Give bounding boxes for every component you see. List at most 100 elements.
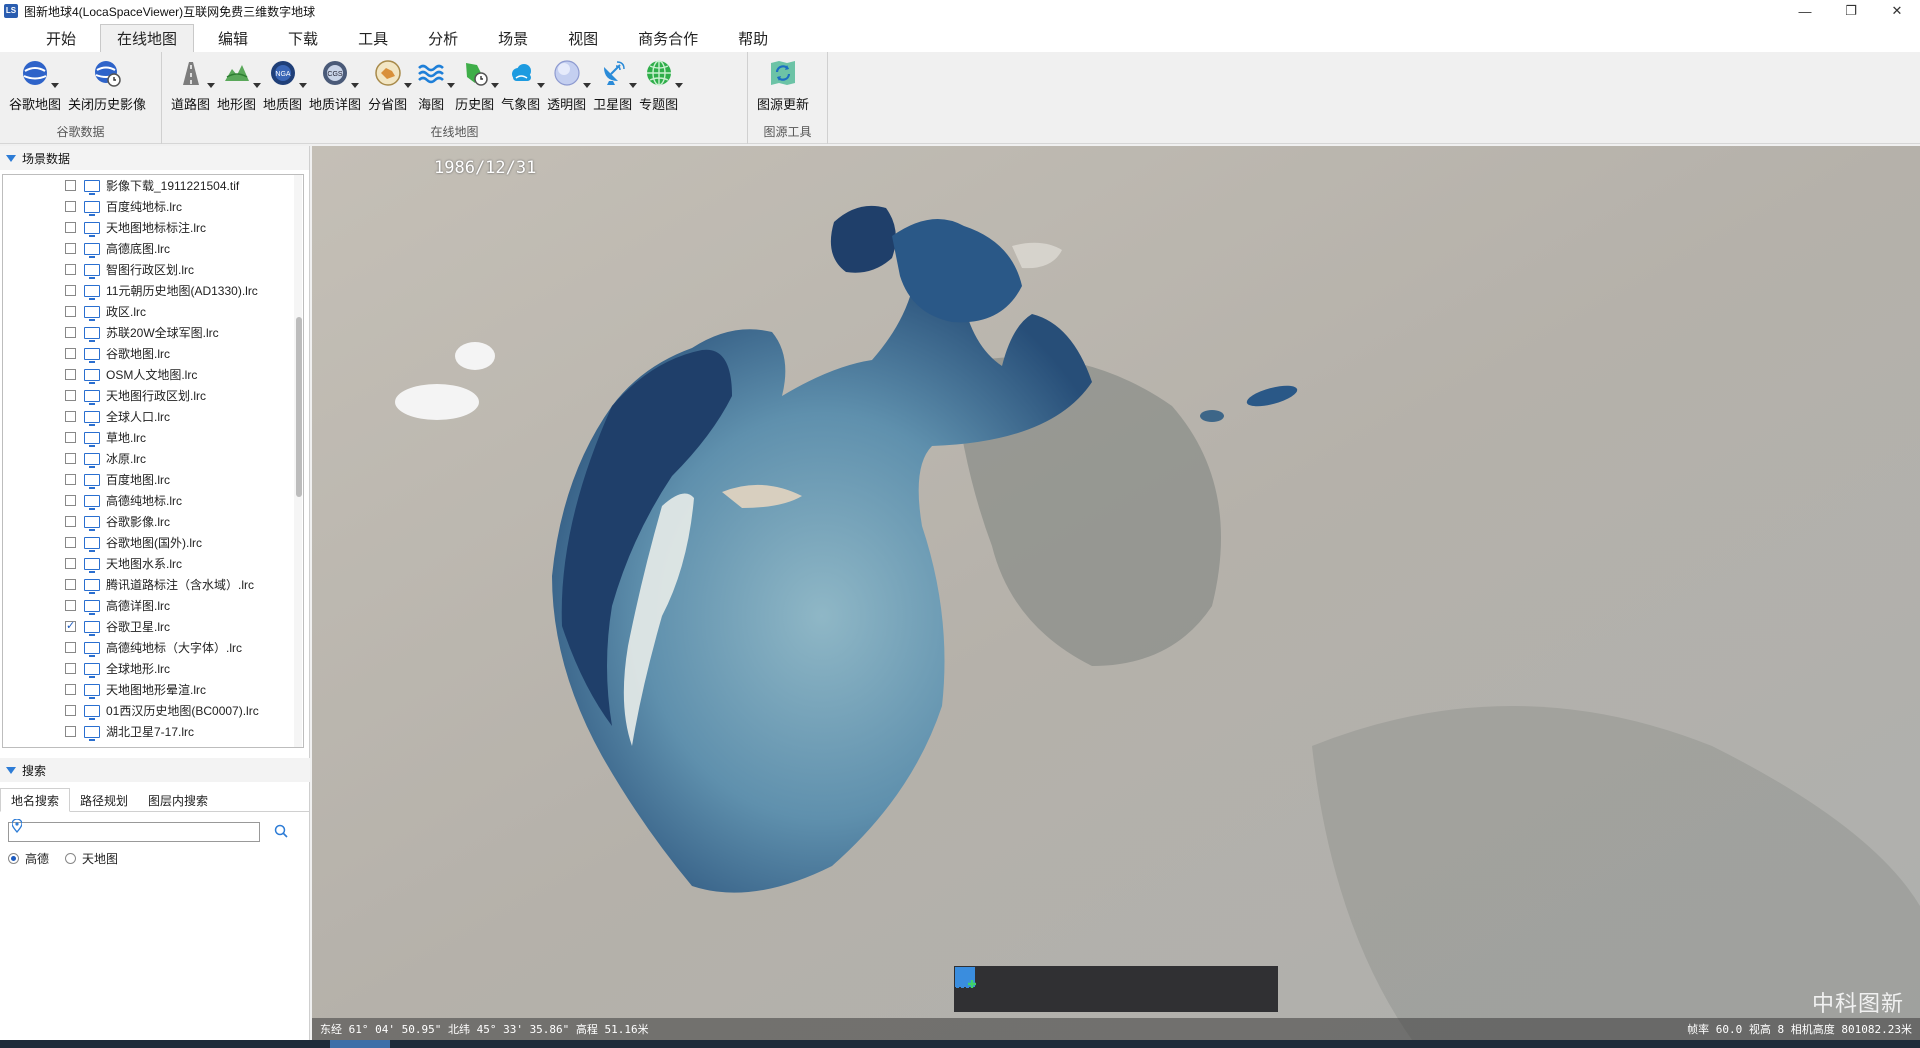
layer-row[interactable]: 腾讯道路标注（含水域）.lrc: [3, 574, 303, 595]
layer-checkbox[interactable]: [65, 432, 76, 443]
layer-row[interactable]: 01西汉历史地图(BC0007).lrc: [3, 700, 303, 721]
close-button[interactable]: ✕: [1874, 0, 1920, 22]
layer-checkbox[interactable]: [65, 243, 76, 254]
layer-row[interactable]: 谷歌影像.lrc: [3, 511, 303, 532]
layer-row[interactable]: 谷歌地图(国外).lrc: [3, 532, 303, 553]
tab-tools[interactable]: 工具: [342, 24, 404, 52]
layer-checkbox[interactable]: [65, 264, 76, 275]
map-view[interactable]: 1986/12/31 中科图新 东经 61° 04' 50.95" 北纬 45°…: [312, 146, 1920, 1040]
layer-checkbox[interactable]: [65, 306, 76, 317]
layer-checkbox[interactable]: [65, 558, 76, 569]
layer-row[interactable]: 高德详图.lrc: [3, 595, 303, 616]
draw-line-icon[interactable]: [955, 967, 1155, 1003]
monitor-layer-icon: [84, 221, 100, 237]
layer-checkbox[interactable]: [65, 369, 76, 380]
tab-start[interactable]: 开始: [30, 24, 92, 52]
minimize-button[interactable]: —: [1782, 0, 1828, 22]
history-globe-icon: [90, 56, 124, 90]
layer-checkbox[interactable]: [65, 684, 76, 695]
tab-business[interactable]: 商务合作: [622, 24, 714, 52]
layer-row[interactable]: 高德底图.lrc: [3, 238, 303, 259]
tab-download[interactable]: 下载: [272, 24, 334, 52]
layer-row[interactable]: 11元朝历史地图(AD1330).lrc: [3, 280, 303, 301]
layer-name: 天地图水系.lrc: [106, 557, 182, 571]
tab-edit[interactable]: 编辑: [202, 24, 264, 52]
layer-checkbox[interactable]: [65, 642, 76, 653]
monitor-layer-icon: [84, 284, 100, 300]
location-pin-icon: [11, 818, 23, 836]
select-pointer-icon[interactable]: [957, 968, 1056, 1003]
layer-checkbox[interactable]: [65, 663, 76, 674]
pan-hand-icon[interactable]: [956, 967, 1007, 1003]
tab-scene[interactable]: 场景: [482, 24, 544, 52]
scene-data-header[interactable]: 场景数据: [0, 146, 309, 170]
layer-name: 影像下载_1911221504.tif: [106, 179, 240, 193]
tab-layer-search[interactable]: 图层内搜索: [138, 788, 218, 812]
layer-checkbox[interactable]: [65, 390, 76, 401]
layer-row[interactable]: 天地图地形晕渲.lrc: [3, 679, 303, 700]
layer-row[interactable]: 百度纯地标.lrc: [3, 196, 303, 217]
layer-row[interactable]: 湖北卫星7-17.lrc: [3, 721, 303, 742]
layer-row[interactable]: 谷歌卫星.lrc: [3, 616, 303, 637]
layer-row[interactable]: 苏联20W全球军图.lrc: [3, 322, 303, 343]
layer-checkbox[interactable]: [65, 495, 76, 506]
radio-tianditu[interactable]: [65, 853, 77, 864]
layer-row[interactable]: 百度地图.lrc: [3, 469, 303, 490]
layer-checkbox[interactable]: [65, 348, 76, 359]
tab-route-planning[interactable]: 路径规划: [70, 788, 138, 812]
layer-row[interactable]: 天地图水系.lrc: [3, 553, 303, 574]
ribbon-group-source-tools: 图源更新 图源工具: [748, 52, 828, 144]
tab-online-map[interactable]: 在线地图: [100, 24, 195, 52]
add-model-icon[interactable]: [956, 968, 1253, 1003]
layer-name: 全球地形.lrc: [106, 662, 170, 676]
tab-analysis[interactable]: 分析: [412, 24, 474, 52]
layer-row[interactable]: 影像下载_1911221504.tif: [3, 175, 303, 196]
radio-gaode[interactable]: [8, 853, 19, 864]
place-marker-icon[interactable]: [956, 967, 1105, 1003]
tab-view[interactable]: 视图: [552, 24, 614, 52]
place-search-input[interactable]: [8, 822, 260, 842]
layer-row[interactable]: 全球地形.lrc: [3, 658, 303, 679]
layer-checkbox[interactable]: [65, 516, 76, 527]
layer-row[interactable]: 全球人口.lrc: [3, 406, 303, 427]
layer-name: 谷歌卫星.lrc: [106, 620, 170, 634]
layer-row[interactable]: OSM人文地图.lrc: [3, 364, 303, 385]
tree-scrollbar[interactable]: [294, 175, 302, 747]
layer-row[interactable]: 高德纯地标.lrc: [3, 490, 303, 511]
layer-checkbox[interactable]: [65, 453, 76, 464]
search-icon[interactable]: [274, 824, 288, 841]
layer-checkbox[interactable]: [65, 726, 76, 737]
layer-checkbox[interactable]: [65, 705, 76, 716]
layer-row[interactable]: 智图行政区划.lrc: [3, 259, 303, 280]
layer-checkbox[interactable]: [65, 579, 76, 590]
search-header[interactable]: 搜索: [0, 758, 310, 782]
layer-checkbox[interactable]: [65, 180, 76, 191]
layer-row[interactable]: 天地图地标标注.lrc: [3, 217, 303, 238]
layer-checkbox[interactable]: [65, 537, 76, 548]
layer-row[interactable]: 天地图行政区划.lrc: [3, 385, 303, 406]
app-logo-icon: LS: [4, 4, 18, 18]
layer-checkbox[interactable]: [65, 222, 76, 233]
taskbar-active-item[interactable]: [330, 1040, 390, 1048]
layer-checkbox[interactable]: [65, 474, 76, 485]
layer-checkbox[interactable]: [65, 619, 76, 632]
draw-polygon-icon[interactable]: [955, 967, 1204, 1003]
restore-button[interactable]: ❐: [1828, 0, 1874, 22]
layer-row[interactable]: 政区.lrc: [3, 301, 303, 322]
layer-row[interactable]: 冰原.lrc: [3, 448, 303, 469]
layer-name: 天地图行政区划.lrc: [106, 389, 206, 403]
ribbon-group-label: 图源工具: [763, 125, 812, 139]
tab-help[interactable]: 帮助: [722, 24, 784, 52]
layer-checkbox[interactable]: [65, 201, 76, 212]
history-map-icon: [458, 56, 499, 90]
layer-checkbox[interactable]: [65, 411, 76, 422]
layer-checkbox[interactable]: [65, 600, 76, 611]
layer-row[interactable]: 草地.lrc: [3, 427, 303, 448]
layer-row[interactable]: 高德纯地标（大字体）.lrc: [3, 637, 303, 658]
tree-scrollbar-thumb[interactable]: [296, 317, 302, 497]
layer-checkbox[interactable]: [65, 285, 76, 296]
monitor-layer-icon: [84, 515, 100, 531]
tab-place-search[interactable]: 地名搜索: [0, 788, 71, 812]
layer-checkbox[interactable]: [65, 327, 76, 338]
layer-row[interactable]: 谷歌地图.lrc: [3, 343, 303, 364]
